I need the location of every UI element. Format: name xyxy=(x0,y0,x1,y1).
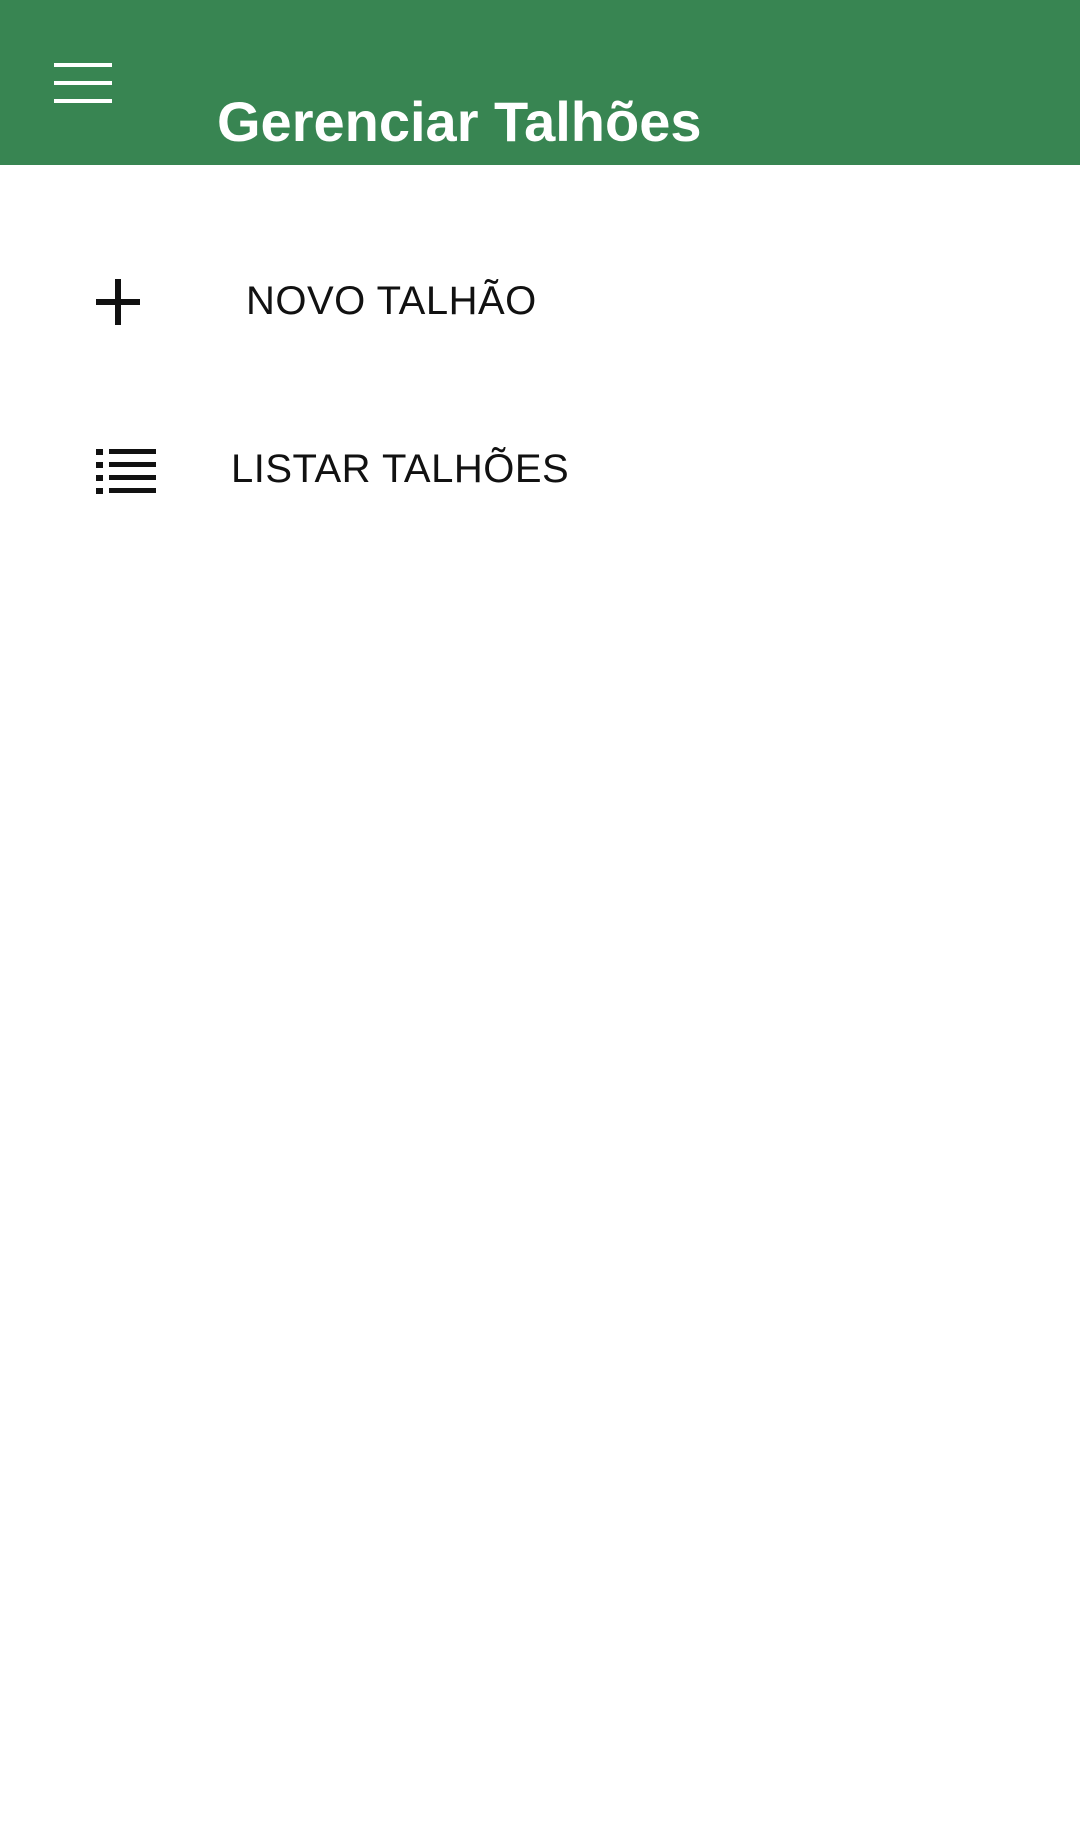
plus-icon xyxy=(96,274,160,330)
list-talhoes-button[interactable]: LISTAR TALHÕES xyxy=(60,414,620,524)
app-screen: Gerenciar Talhões NOVO TALHÃO LISTAR TAL… xyxy=(0,0,1080,1845)
hamburger-menu-icon xyxy=(54,63,112,103)
page-title: Gerenciar Talhões xyxy=(217,89,702,153)
new-talhao-label: NOVO TALHÃO xyxy=(246,279,537,323)
main-content: NOVO TALHÃO LISTAR TALHÕES xyxy=(0,165,1080,1845)
list-icon xyxy=(96,442,160,498)
menu-button[interactable] xyxy=(40,42,126,124)
app-bar: Gerenciar Talhões xyxy=(0,0,1080,165)
new-talhao-button[interactable]: NOVO TALHÃO xyxy=(60,246,620,356)
list-talhoes-label: LISTAR TALHÕES xyxy=(231,447,570,491)
